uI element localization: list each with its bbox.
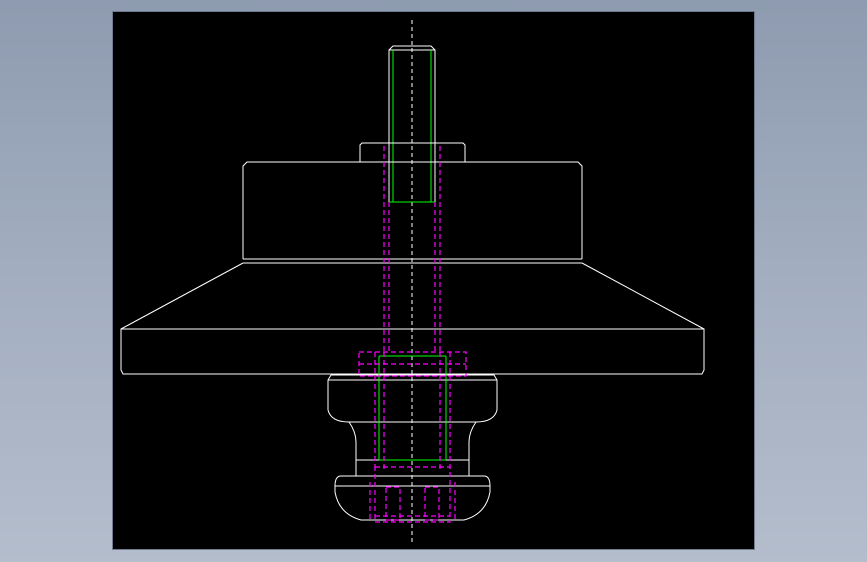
cad-drawing [120,20,705,544]
collar-outline [359,142,466,162]
cad-viewport[interactable] [113,12,754,549]
hidden-cap-bolt-right [424,486,440,521]
hidden-cap-bolt-left [385,486,401,521]
